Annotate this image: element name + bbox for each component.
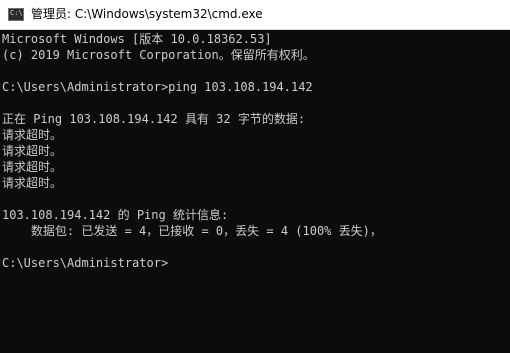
console-line: 请求超时。	[2, 160, 63, 174]
window-title: 管理员: C:\Windows\system32\cmd.exe	[31, 7, 263, 21]
command-prompt[interactable]: C:\Users\Administrator>	[2, 255, 510, 271]
console-line: 正在 Ping 103.108.194.142 具有 32 字节的数据:	[2, 112, 306, 126]
console-line: Microsoft Windows [版本 10.0.18362.53]	[2, 32, 272, 46]
title-bar[interactable]: C:\ 管理员: C:\Windows\system32\cmd.exe	[0, 0, 510, 30]
console-line: 请求超时。	[2, 176, 63, 190]
console-line: 数据包: 已发送 = 4，已接收 = 0，丢失 = 4 (100% 丢失)，	[2, 224, 382, 238]
console-line: (c) 2019 Microsoft Corporation。保留所有权利。	[2, 48, 315, 62]
cmd-icon[interactable]: C:\	[8, 8, 24, 21]
console-line: 请求超时。	[2, 128, 63, 142]
cmd-icon-glyph: C:\	[10, 9, 23, 17]
console-line: 103.108.194.142 的 Ping 统计信息:	[2, 208, 229, 222]
console-output[interactable]: Microsoft Windows [版本 10.0.18362.53] (c)…	[0, 31, 510, 353]
cmd-window: C:\ 管理员: C:\Windows\system32\cmd.exe Mic…	[0, 0, 510, 353]
console-line: C:\Users\Administrator>ping 103.108.194.…	[2, 80, 313, 94]
console-line: 请求超时。	[2, 144, 63, 158]
